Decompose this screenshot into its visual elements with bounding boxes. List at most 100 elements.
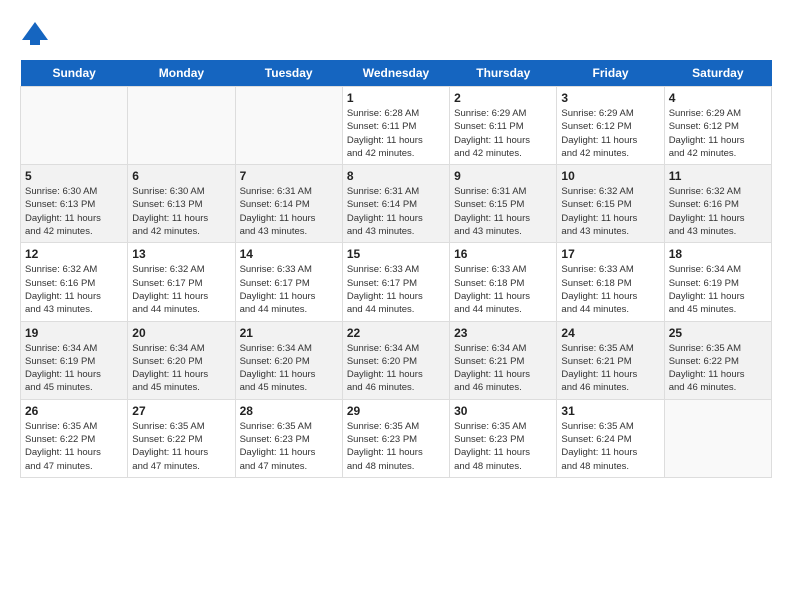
day-info: Sunrise: 6:29 AM Sunset: 6:11 PM Dayligh… xyxy=(454,107,552,160)
day-info: Sunrise: 6:35 AM Sunset: 6:23 PM Dayligh… xyxy=(347,420,445,473)
day-number: 16 xyxy=(454,247,552,261)
day-number: 29 xyxy=(347,404,445,418)
day-number: 9 xyxy=(454,169,552,183)
day-cell: 13 Sunrise: 6:32 AM Sunset: 6:17 PM Dayli… xyxy=(128,243,235,321)
day-cell: 19 Sunrise: 6:34 AM Sunset: 6:19 PM Dayli… xyxy=(21,321,128,399)
weekday-header-friday: Friday xyxy=(557,60,664,87)
day-number: 27 xyxy=(132,404,230,418)
weekday-header-sunday: Sunday xyxy=(21,60,128,87)
week-row-3: 19 Sunrise: 6:34 AM Sunset: 6:19 PM Dayli… xyxy=(21,321,772,399)
day-number: 17 xyxy=(561,247,659,261)
day-info: Sunrise: 6:32 AM Sunset: 6:16 PM Dayligh… xyxy=(25,263,123,316)
day-cell xyxy=(664,399,771,477)
day-number: 7 xyxy=(240,169,338,183)
day-info: Sunrise: 6:33 AM Sunset: 6:17 PM Dayligh… xyxy=(347,263,445,316)
day-number: 13 xyxy=(132,247,230,261)
day-number: 3 xyxy=(561,91,659,105)
day-cell xyxy=(128,87,235,165)
day-info: Sunrise: 6:35 AM Sunset: 6:23 PM Dayligh… xyxy=(454,420,552,473)
day-cell: 12 Sunrise: 6:32 AM Sunset: 6:16 PM Dayli… xyxy=(21,243,128,321)
day-cell xyxy=(21,87,128,165)
day-number: 5 xyxy=(25,169,123,183)
day-cell: 25Sunrise: 6:35 AM Sunset: 6:22 PM Dayli… xyxy=(664,321,771,399)
day-number: 2 xyxy=(454,91,552,105)
day-info: Sunrise: 6:34 AM Sunset: 6:21 PM Dayligh… xyxy=(454,342,552,395)
weekday-header-row: SundayMondayTuesdayWednesdayThursdayFrid… xyxy=(21,60,772,87)
weekday-header-saturday: Saturday xyxy=(664,60,771,87)
day-info: Sunrise: 6:35 AM Sunset: 6:22 PM Dayligh… xyxy=(25,420,123,473)
day-info: Sunrise: 6:35 AM Sunset: 6:24 PM Dayligh… xyxy=(561,420,659,473)
day-cell: 1Sunrise: 6:28 AM Sunset: 6:11 PM Daylig… xyxy=(342,87,449,165)
week-row-2: 12 Sunrise: 6:32 AM Sunset: 6:16 PM Dayli… xyxy=(21,243,772,321)
week-row-4: 26Sunrise: 6:35 AM Sunset: 6:22 PM Dayli… xyxy=(21,399,772,477)
logo xyxy=(20,20,54,50)
day-info: Sunrise: 6:34 AM Sunset: 6:20 PM Dayligh… xyxy=(347,342,445,395)
day-number: 15 xyxy=(347,247,445,261)
day-number: 4 xyxy=(669,91,767,105)
day-info: Sunrise: 6:32 AM Sunset: 6:15 PM Dayligh… xyxy=(561,185,659,238)
day-cell: 20 Sunrise: 6:34 AM Sunset: 6:20 PM Dayli… xyxy=(128,321,235,399)
day-number: 20 xyxy=(132,326,230,340)
day-info: Sunrise: 6:34 AM Sunset: 6:19 PM Dayligh… xyxy=(25,342,123,395)
day-info: Sunrise: 6:32 AM Sunset: 6:17 PM Dayligh… xyxy=(132,263,230,316)
day-number: 6 xyxy=(132,169,230,183)
week-row-1: 5 Sunrise: 6:30 AM Sunset: 6:13 PM Daylig… xyxy=(21,165,772,243)
day-cell: 6 Sunrise: 6:30 AM Sunset: 6:13 PM Daylig… xyxy=(128,165,235,243)
day-cell: 30 Sunrise: 6:35 AM Sunset: 6:23 PM Dayli… xyxy=(450,399,557,477)
day-info: Sunrise: 6:31 AM Sunset: 6:14 PM Dayligh… xyxy=(240,185,338,238)
day-info: Sunrise: 6:34 AM Sunset: 6:20 PM Dayligh… xyxy=(240,342,338,395)
day-info: Sunrise: 6:31 AM Sunset: 6:14 PM Dayligh… xyxy=(347,185,445,238)
day-cell: 4 Sunrise: 6:29 AM Sunset: 6:12 PM Daylig… xyxy=(664,87,771,165)
day-number: 10 xyxy=(561,169,659,183)
week-row-0: 1Sunrise: 6:28 AM Sunset: 6:11 PM Daylig… xyxy=(21,87,772,165)
logo-icon xyxy=(20,20,50,50)
day-info: Sunrise: 6:35 AM Sunset: 6:23 PM Dayligh… xyxy=(240,420,338,473)
day-info: Sunrise: 6:33 AM Sunset: 6:18 PM Dayligh… xyxy=(561,263,659,316)
day-cell: 11Sunrise: 6:32 AM Sunset: 6:16 PM Dayli… xyxy=(664,165,771,243)
weekday-header-monday: Monday xyxy=(128,60,235,87)
day-info: Sunrise: 6:33 AM Sunset: 6:18 PM Dayligh… xyxy=(454,263,552,316)
day-cell: 29 Sunrise: 6:35 AM Sunset: 6:23 PM Dayli… xyxy=(342,399,449,477)
day-number: 12 xyxy=(25,247,123,261)
day-cell: 23 Sunrise: 6:34 AM Sunset: 6:21 PM Dayli… xyxy=(450,321,557,399)
day-cell: 2 Sunrise: 6:29 AM Sunset: 6:11 PM Daylig… xyxy=(450,87,557,165)
day-number: 22 xyxy=(347,326,445,340)
day-cell: 26Sunrise: 6:35 AM Sunset: 6:22 PM Dayli… xyxy=(21,399,128,477)
day-info: Sunrise: 6:35 AM Sunset: 6:22 PM Dayligh… xyxy=(669,342,767,395)
day-info: Sunrise: 6:28 AM Sunset: 6:11 PM Dayligh… xyxy=(347,107,445,160)
day-number: 28 xyxy=(240,404,338,418)
day-number: 19 xyxy=(25,326,123,340)
day-cell: 28 Sunrise: 6:35 AM Sunset: 6:23 PM Dayli… xyxy=(235,399,342,477)
day-cell: 22 Sunrise: 6:34 AM Sunset: 6:20 PM Dayli… xyxy=(342,321,449,399)
page-header xyxy=(20,20,772,50)
day-cell: 17 Sunrise: 6:33 AM Sunset: 6:18 PM Dayli… xyxy=(557,243,664,321)
day-cell: 9 Sunrise: 6:31 AM Sunset: 6:15 PM Daylig… xyxy=(450,165,557,243)
day-cell: 27Sunrise: 6:35 AM Sunset: 6:22 PM Dayli… xyxy=(128,399,235,477)
day-info: Sunrise: 6:29 AM Sunset: 6:12 PM Dayligh… xyxy=(561,107,659,160)
day-number: 21 xyxy=(240,326,338,340)
day-info: Sunrise: 6:30 AM Sunset: 6:13 PM Dayligh… xyxy=(25,185,123,238)
day-number: 30 xyxy=(454,404,552,418)
day-info: Sunrise: 6:32 AM Sunset: 6:16 PM Dayligh… xyxy=(669,185,767,238)
day-info: Sunrise: 6:29 AM Sunset: 6:12 PM Dayligh… xyxy=(669,107,767,160)
calendar-table: SundayMondayTuesdayWednesdayThursdayFrid… xyxy=(20,60,772,478)
day-info: Sunrise: 6:30 AM Sunset: 6:13 PM Dayligh… xyxy=(132,185,230,238)
day-cell: 14Sunrise: 6:33 AM Sunset: 6:17 PM Dayli… xyxy=(235,243,342,321)
day-cell: 15 Sunrise: 6:33 AM Sunset: 6:17 PM Dayli… xyxy=(342,243,449,321)
day-cell: 31 Sunrise: 6:35 AM Sunset: 6:24 PM Dayli… xyxy=(557,399,664,477)
weekday-header-wednesday: Wednesday xyxy=(342,60,449,87)
day-number: 31 xyxy=(561,404,659,418)
day-info: Sunrise: 6:35 AM Sunset: 6:21 PM Dayligh… xyxy=(561,342,659,395)
day-info: Sunrise: 6:34 AM Sunset: 6:20 PM Dayligh… xyxy=(132,342,230,395)
day-number: 14 xyxy=(240,247,338,261)
day-cell: 8Sunrise: 6:31 AM Sunset: 6:14 PM Daylig… xyxy=(342,165,449,243)
day-info: Sunrise: 6:34 AM Sunset: 6:19 PM Dayligh… xyxy=(669,263,767,316)
day-info: Sunrise: 6:31 AM Sunset: 6:15 PM Dayligh… xyxy=(454,185,552,238)
weekday-header-tuesday: Tuesday xyxy=(235,60,342,87)
day-cell: 10 Sunrise: 6:32 AM Sunset: 6:15 PM Dayli… xyxy=(557,165,664,243)
day-number: 23 xyxy=(454,326,552,340)
day-number: 18 xyxy=(669,247,767,261)
day-cell: 21 Sunrise: 6:34 AM Sunset: 6:20 PM Dayli… xyxy=(235,321,342,399)
day-number: 24 xyxy=(561,326,659,340)
weekday-header-thursday: Thursday xyxy=(450,60,557,87)
